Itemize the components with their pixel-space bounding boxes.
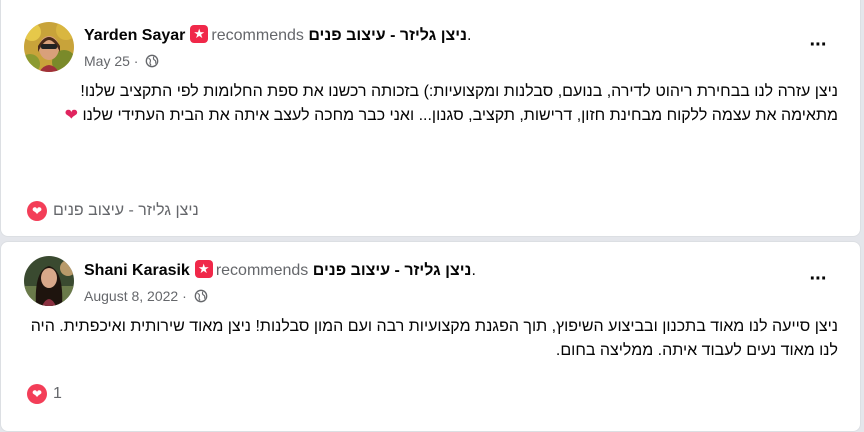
recommends-label: recommends xyxy=(215,262,309,279)
review-footer: ❤ ניצן גליזר - עיצוב פנים xyxy=(27,201,199,221)
more-options-icon[interactable]: ··· xyxy=(806,35,830,62)
review-paragraph: מתאימה את עצמה ללקוח מבחינת חזון, דרישות… xyxy=(82,107,838,124)
globe-icon xyxy=(146,54,159,68)
love-reaction-icon[interactable]: ❤ xyxy=(27,201,47,221)
footer-page-label[interactable]: ניצן גליזר - עיצוב פנים xyxy=(53,202,199,220)
review-header: Yarden Sayar recommends ניצן גליזר - עיצו… xyxy=(84,25,800,46)
review-paragraph-container: מתאימה את עצמה ללקוח מבחינת חזון, דרישות… xyxy=(21,104,838,128)
page-suffix: . xyxy=(467,27,472,44)
post-meta: May 25 · xyxy=(84,52,159,70)
author-name[interactable]: Shani Karasik xyxy=(84,262,190,279)
avatar[interactable] xyxy=(24,256,74,306)
review-footer: ❤ 1 xyxy=(27,384,62,404)
review-header: Shani Karasik recommends ניצן גליזר - עיצ… xyxy=(84,260,800,281)
recommend-star-icon xyxy=(190,25,209,43)
more-options-icon[interactable]: ··· xyxy=(806,269,830,296)
recommend-star-icon xyxy=(194,260,213,278)
avatar[interactable] xyxy=(24,22,74,72)
heart-emoji-icon: ❤ xyxy=(64,107,79,124)
post-date[interactable]: May 25 xyxy=(84,53,130,69)
page-suffix: . xyxy=(471,262,476,279)
love-reaction-icon[interactable]: ❤ xyxy=(27,384,47,404)
reaction-count[interactable]: 1 xyxy=(53,385,62,403)
globe-icon xyxy=(194,289,207,303)
author-name[interactable]: Yarden Sayar xyxy=(84,27,185,44)
review-card: Yarden Sayar recommends ניצן גליזר - עיצו… xyxy=(0,0,861,237)
recommends-label: recommends xyxy=(211,27,304,44)
page-name-link[interactable]: ניצן גליזר - עיצוב פנים xyxy=(308,27,467,44)
review-text: ניצן עזרה לנו בבחירת ריהוט לדירה, בנועם,… xyxy=(21,80,838,128)
review-paragraph: ניצן עזרה לנו בבחירת ריהוט לדירה, בנועם,… xyxy=(80,83,838,100)
post-date[interactable]: August 8, 2022 xyxy=(84,288,178,304)
review-text: ניצן סייעה לנו מאוד בתכנון ובביצוע השיפו… xyxy=(21,315,838,363)
review-card: Shani Karasik recommends ניצן גליזר - עיצ… xyxy=(0,241,861,432)
post-meta: August 8, 2022 · xyxy=(84,287,208,305)
review-paragraph: ניצן סייעה לנו מאוד בתכנון ובביצוע השיפו… xyxy=(30,318,838,359)
page-name-link[interactable]: ניצן גליזר - עיצוב פנים xyxy=(313,262,472,279)
